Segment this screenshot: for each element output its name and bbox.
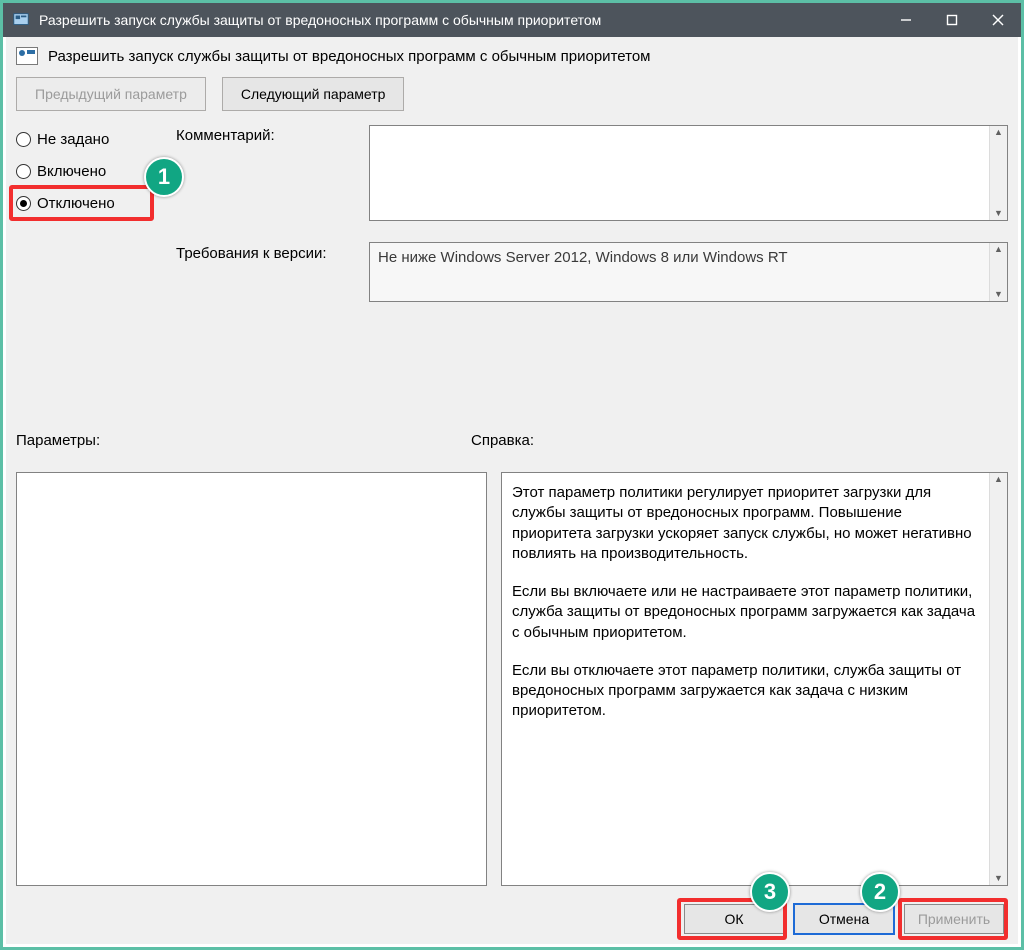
options-pane [16,472,487,886]
comment-textarea[interactable]: ▲▼ [369,125,1008,221]
help-pane: Этот параметр политики регулирует приори… [501,472,1008,886]
radio-disabled[interactable]: Отключено [16,189,166,217]
comment-label: Комментарий: [176,127,275,144]
previous-setting-button: Предыдущий параметр [16,77,206,111]
close-button[interactable] [975,3,1021,37]
help-paragraph: Если вы отключаете этот параметр политик… [512,661,981,722]
supported-label: Требования к версии: [176,245,327,262]
title-bar: Разрешить запуск службы защиты от вредон… [3,3,1021,37]
help-paragraph: Этот параметр политики регулирует приори… [512,483,981,564]
scrollbar[interactable]: ▲▼ [989,243,1007,301]
supported-textbox: Не ниже Windows Server 2012, Windows 8 и… [369,242,1008,302]
app-icon [11,10,31,30]
radio-label: Не задано [37,131,109,148]
help-paragraph: Если вы включаете или не настраиваете эт… [512,582,981,643]
radio-label: Отключено [37,195,115,212]
maximize-button[interactable] [929,3,975,37]
minimize-button[interactable] [883,3,929,37]
apply-button[interactable]: Применить [904,904,1004,934]
window-title: Разрешить запуск службы защиты от вредон… [39,12,601,28]
annotation-badge-3: 3 [750,872,790,912]
policy-icon [16,47,38,65]
radio-label: Включено [37,163,106,180]
annotation-badge-2: 2 [860,872,900,912]
annotation-badge-1: 1 [144,157,184,197]
help-pane-label: Справка: [471,432,534,449]
scrollbar[interactable]: ▲▼ [989,126,1007,220]
options-pane-label: Параметры: [16,432,461,449]
supported-text: Не ниже Windows Server 2012, Windows 8 и… [378,249,788,266]
page-title: Разрешить запуск службы защиты от вредон… [48,48,650,65]
scrollbar[interactable]: ▲▼ [989,473,1007,885]
radio-not-configured[interactable]: Не задано [16,125,166,153]
next-setting-button[interactable]: Следующий параметр [222,77,405,111]
